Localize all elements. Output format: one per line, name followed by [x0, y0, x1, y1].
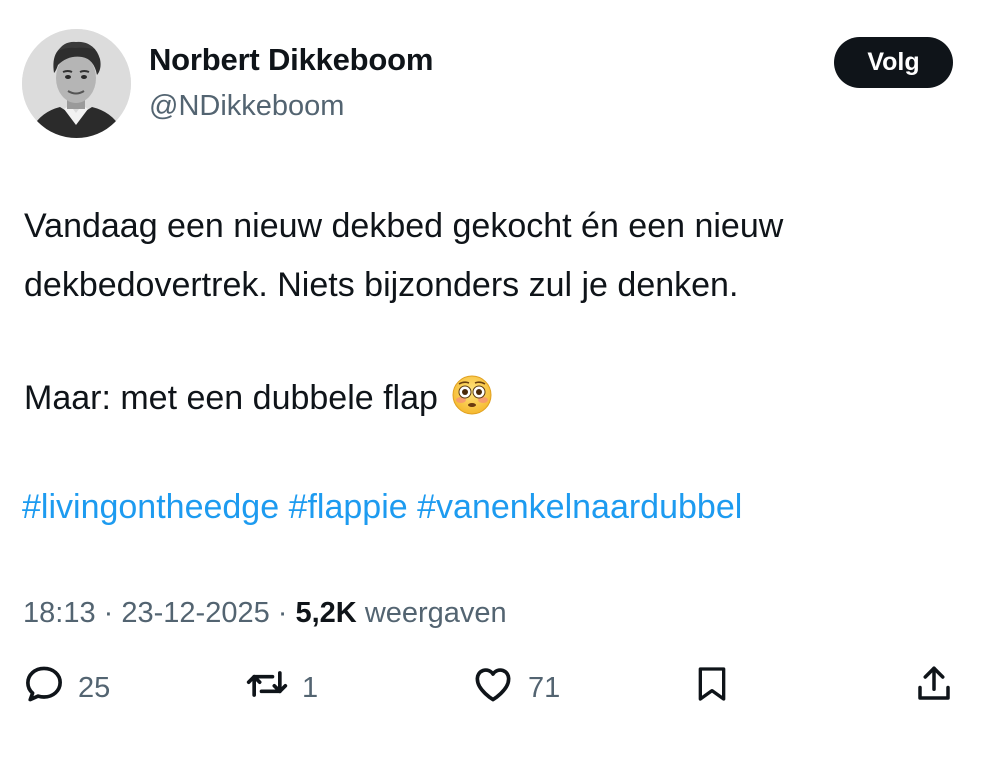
hashtag-link[interactable]: #flappie [289, 488, 408, 526]
author-name[interactable]: Norbert Dikkeboom [149, 42, 433, 78]
views-count: 5,2K [295, 597, 357, 629]
separator-dot: · [269, 597, 296, 629]
share-button[interactable] [913, 658, 955, 718]
share-upload-icon [913, 662, 955, 714]
tweet-meta: 18:13 · 23-12-2025 · 5,2K weergaven [23, 597, 507, 630]
hashtag-link[interactable]: #livingontheedge [22, 488, 279, 526]
like-button[interactable]: 71 [470, 658, 560, 718]
speech-bubble-icon [22, 662, 66, 714]
avatar[interactable] [22, 29, 131, 138]
tweet-text-line-1: Vandaag een nieuw dekbed gekocht én een … [24, 207, 784, 245]
tweet-date[interactable]: 23-12-2025 [121, 597, 269, 629]
flushed-face-emoji-icon [451, 374, 493, 425]
heart-icon [470, 662, 516, 714]
author-handle[interactable]: @NDikkeboom [149, 90, 344, 123]
views-label: weergaven [364, 597, 507, 629]
retweet-count: 1 [302, 671, 319, 704]
tweet-text-line-2: dekbedovertrek. Niets bijzonders zul je … [24, 266, 739, 304]
tweet-text-line-3: Maar: met een dubbele flap [24, 374, 493, 425]
separator-dot: · [95, 597, 122, 629]
hashtags: #livingontheedge #flappie #vanenkelnaard… [22, 487, 742, 527]
bookmark-button[interactable] [692, 658, 732, 718]
tweet-text-line-3-text: Maar: met een dubbele flap [24, 379, 438, 417]
hashtag-link[interactable]: #vanenkelnaardubbel [417, 488, 742, 526]
tweet-time[interactable]: 18:13 [23, 597, 96, 629]
like-count: 71 [528, 671, 561, 704]
retweet-arrows-icon [244, 662, 290, 714]
bookmark-icon [692, 662, 732, 714]
reply-count: 25 [78, 671, 111, 704]
reply-button[interactable]: 25 [22, 658, 110, 718]
retweet-button[interactable]: 1 [244, 658, 318, 718]
follow-button[interactable]: Volg [834, 37, 953, 88]
